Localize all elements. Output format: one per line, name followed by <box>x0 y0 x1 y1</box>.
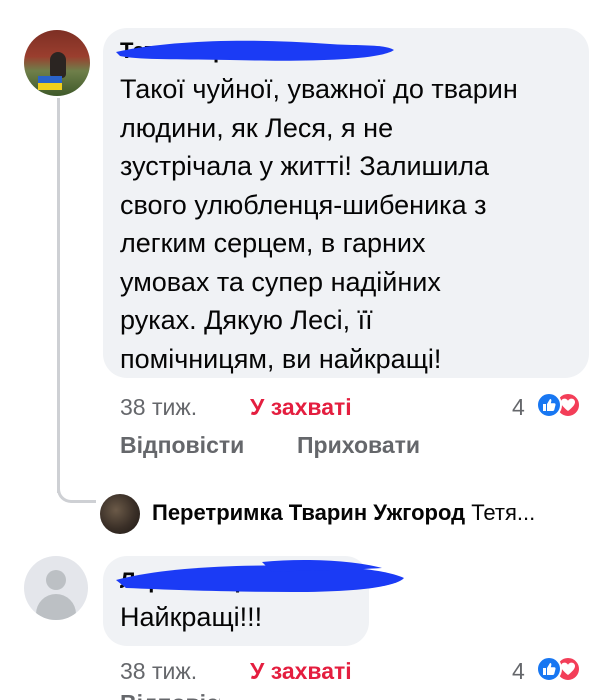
comment-text-line: умовах та супер надійних <box>120 266 441 297</box>
comment-text-line: руках. Дякую Лесі, її <box>120 305 373 335</box>
comment-text-line: свого улюбленця-шибеника з <box>120 189 487 220</box>
comment-text-line: людини, як Леся, я не <box>120 112 394 143</box>
reaction-count[interactable]: 4 <box>512 658 525 685</box>
like-reaction-icon <box>536 392 562 418</box>
reply-author-name[interactable]: Перетримка Тварин Ужгород <box>152 500 465 525</box>
reaction-status-link[interactable]: У захваті <box>250 394 352 421</box>
avatar-body-shape <box>36 594 76 620</box>
avatar-head-shape <box>46 570 66 590</box>
thread-connector-line <box>57 98 60 493</box>
like-reaction-icon <box>536 656 562 682</box>
comment-text-line: легким серцем, в гарних <box>120 228 426 258</box>
reply-button[interactable]: Відповісти <box>120 432 244 459</box>
reply-snippet: Тетя... <box>471 500 536 525</box>
ukraine-flag-blue-stripe <box>38 76 62 83</box>
thread-connector-curve <box>57 478 96 503</box>
comment-text-line: Такої чуйної, уважної до тварин <box>120 74 518 104</box>
comment-timestamp[interactable]: 38 тиж. <box>120 394 197 421</box>
ukraine-flag-yellow-stripe <box>38 83 62 90</box>
reaction-count[interactable]: 4 <box>512 394 525 421</box>
comment-author-name[interactable]: Лариса Ігорівна <box>120 568 293 594</box>
reaction-icons[interactable] <box>536 656 584 682</box>
comment-author-name[interactable]: Тетяна Крилова <box>120 38 293 64</box>
reaction-icons[interactable] <box>536 392 584 418</box>
avatar-page-reply[interactable] <box>100 494 140 534</box>
comment-text-line: помічницям, ви найкращі! <box>120 343 442 374</box>
hide-button[interactable]: Приховати <box>297 432 420 459</box>
comment-text-line: зустрічала у житті! Залишила <box>120 151 490 181</box>
comment-timestamp[interactable]: 38 тиж. <box>120 658 197 685</box>
comments-thread: Тетяна Крилова Такої чуйної, уважної до … <box>0 0 611 700</box>
reply-preview[interactable]: Перетримка Тварин Ужгород Тетя... <box>152 500 535 526</box>
avatar-person-shape <box>50 52 66 78</box>
comment-text: Такої чуйної, уважної до тварин людини, … <box>120 70 580 378</box>
reply-button[interactable]: Відповісти <box>120 690 220 700</box>
reaction-status-link[interactable]: У захваті <box>250 658 352 685</box>
default-avatar-icon[interactable] <box>24 556 88 620</box>
comment-text: Найкращі!!! <box>120 602 263 632</box>
avatar-commenter-1[interactable] <box>24 30 90 96</box>
